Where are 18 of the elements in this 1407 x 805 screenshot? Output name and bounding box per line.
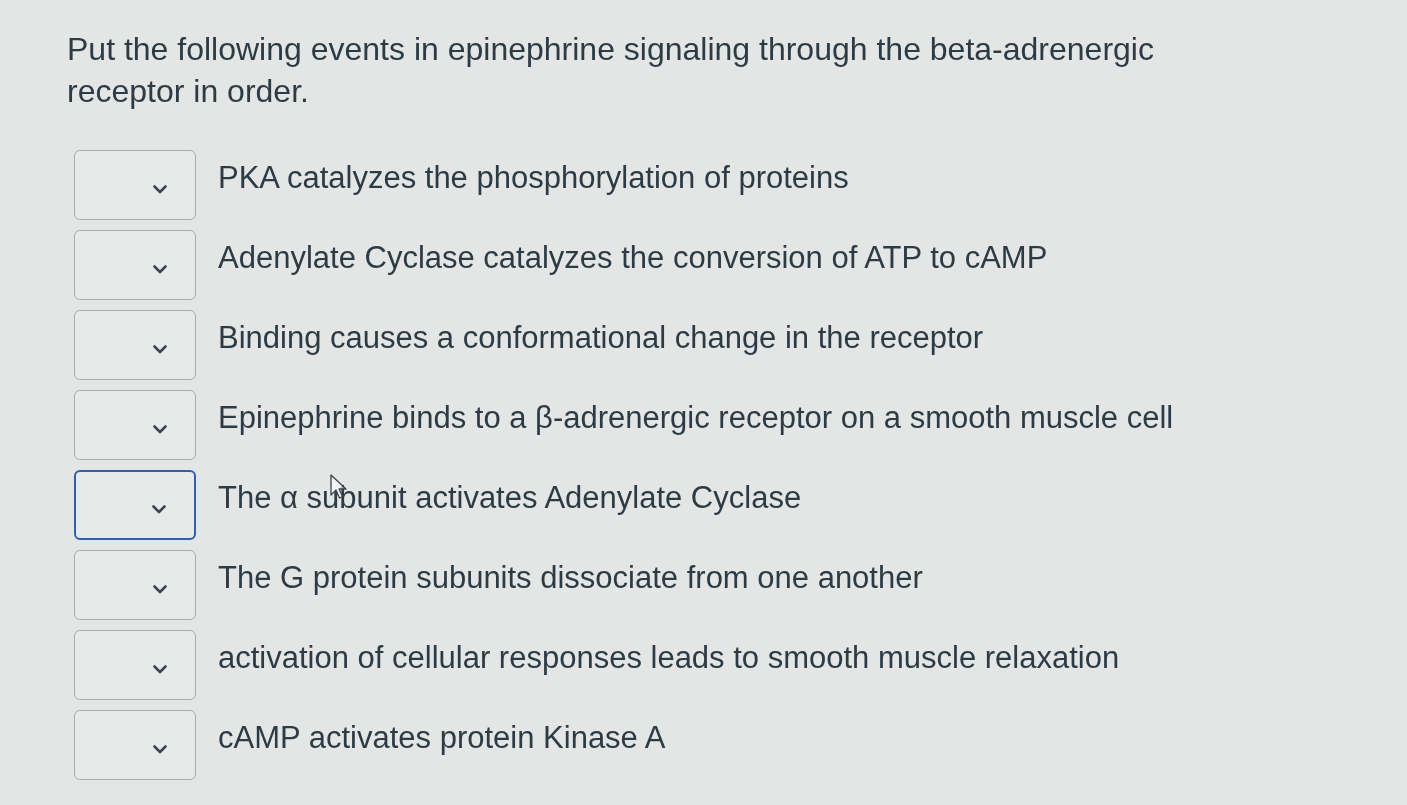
question-prompt: Put the following events in epinephrine signaling through the beta-adrenergic receptor in order. (67, 30, 1155, 111)
event-text: The G protein subunits dissociate from one another (218, 560, 923, 595)
event-text: Binding causes a conformational change in the receptor (218, 320, 984, 355)
chevron-down-icon (153, 584, 167, 594)
chevron-down-icon (153, 264, 167, 274)
chevron-down-icon (153, 424, 167, 434)
event-text: activation of cellular responses leads to smooth muscle relaxation (218, 640, 1120, 675)
chevron-down-icon (153, 664, 167, 674)
chevron-down-icon (153, 344, 167, 354)
event-text: Adenylate Cyclase catalyzes the conversion of ATP to cAMP (218, 240, 1048, 275)
chevron-down-icon (153, 184, 167, 194)
event-text: Epinephrine binds to a β-adrenergic receptor on a smooth muscle cell (218, 400, 1174, 435)
event-text: The α subunit activates Adenylate Cyclase (218, 480, 802, 515)
order-dropdown[interactable] (74, 470, 196, 540)
chevron-down-icon (153, 744, 167, 754)
event-text: cAMP activates protein Kinase A (218, 720, 666, 755)
chevron-down-icon (152, 504, 166, 514)
event-text: PKA catalyzes the phosphorylation of proteins (218, 160, 849, 195)
